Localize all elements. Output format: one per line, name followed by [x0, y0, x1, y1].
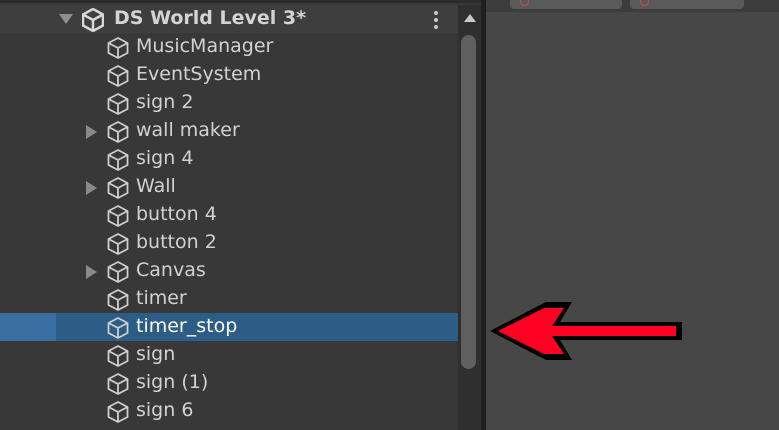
gameobject-cube-icon [106, 148, 130, 176]
hierarchy-item[interactable]: sign [0, 341, 458, 369]
scene-title: DS World Level 3* [114, 7, 307, 29]
gameobject-cube-icon [106, 260, 130, 288]
hierarchy-item[interactable]: Canvas [0, 257, 458, 285]
hierarchy-item-label: button 4 [136, 203, 217, 225]
inspector-panel [486, 0, 779, 430]
gameobject-cube-icon [106, 92, 130, 120]
hierarchy-item-label: EventSystem [136, 63, 262, 85]
hierarchy-panel: DS World Level 3* MusicManager EventSyste… [0, 0, 481, 430]
hierarchy-item-label: sign (1) [136, 371, 209, 393]
hierarchy-item-label: sign [136, 343, 176, 365]
gameobject-cube-icon [106, 176, 130, 204]
scene-header[interactable]: DS World Level 3* [0, 5, 458, 33]
hierarchy-item-label: sign 6 [136, 399, 194, 421]
gameobject-cube-icon [106, 64, 130, 92]
toolbar-tab[interactable] [630, 0, 744, 9]
hierarchy-item[interactable]: button 4 [0, 201, 458, 229]
gameobject-cube-icon [106, 288, 130, 316]
hierarchy-item[interactable]: timer [0, 285, 458, 313]
gameobject-cube-icon [106, 344, 130, 372]
hierarchy-item[interactable]: sign (1) [0, 369, 458, 397]
toolbar-tab-icon [520, 0, 529, 6]
hierarchy-item-label: Canvas [136, 259, 206, 281]
gameobject-cube-icon [106, 400, 130, 428]
vertical-scrollbar[interactable] [458, 5, 481, 430]
hierarchy-item[interactable]: sign 2 [0, 89, 458, 117]
red-arrow-left-icon [490, 302, 682, 360]
gameobject-cube-icon [106, 316, 130, 344]
gameobject-cube-icon [106, 204, 130, 232]
unity-logo-icon [81, 7, 105, 36]
toolbar-tab[interactable] [510, 0, 622, 9]
hierarchy-item[interactable]: EventSystem [0, 61, 458, 89]
hierarchy-item[interactable]: sign 6 [0, 397, 458, 425]
hierarchy-item-label: MusicManager [136, 35, 274, 57]
toolbar-tab-icon [640, 0, 649, 6]
chevron-right-icon[interactable] [86, 125, 97, 139]
toolbar-strip [486, 0, 779, 12]
kebab-menu-icon[interactable] [429, 11, 443, 29]
hierarchy-item-label: timer_stop [136, 315, 238, 337]
hierarchy-item-label: timer [136, 287, 187, 309]
gameobject-cube-icon [106, 372, 130, 400]
hierarchy-tree: MusicManager EventSystem sign 2 wall maker s… [0, 33, 458, 425]
gameobject-cube-icon [106, 36, 130, 64]
gameobject-cube-icon [106, 120, 130, 148]
hierarchy-item[interactable]: MusicManager [0, 33, 458, 61]
hierarchy-item-label: wall maker [136, 119, 240, 141]
hierarchy-item[interactable]: wall maker [0, 117, 458, 145]
chevron-down-icon[interactable] [59, 14, 73, 24]
hierarchy-item[interactable]: Wall [0, 173, 458, 201]
hierarchy-item[interactable]: sign 4 [0, 145, 458, 173]
hierarchy-item[interactable]: button 2 [0, 229, 458, 257]
hierarchy-item-label: sign 2 [136, 91, 194, 113]
hierarchy-item-label: Wall [136, 175, 176, 197]
scroll-up-arrow-icon[interactable] [464, 14, 476, 22]
hierarchy-item-label: button 2 [136, 231, 217, 253]
hierarchy-item-label: sign 4 [136, 147, 194, 169]
chevron-right-icon[interactable] [86, 265, 97, 279]
panel-top-border [0, 0, 481, 3]
hierarchy-item[interactable]: timer_stop [0, 313, 458, 341]
chevron-right-icon[interactable] [86, 181, 97, 195]
scroll-thumb[interactable] [461, 35, 476, 369]
gameobject-cube-icon [106, 232, 130, 260]
